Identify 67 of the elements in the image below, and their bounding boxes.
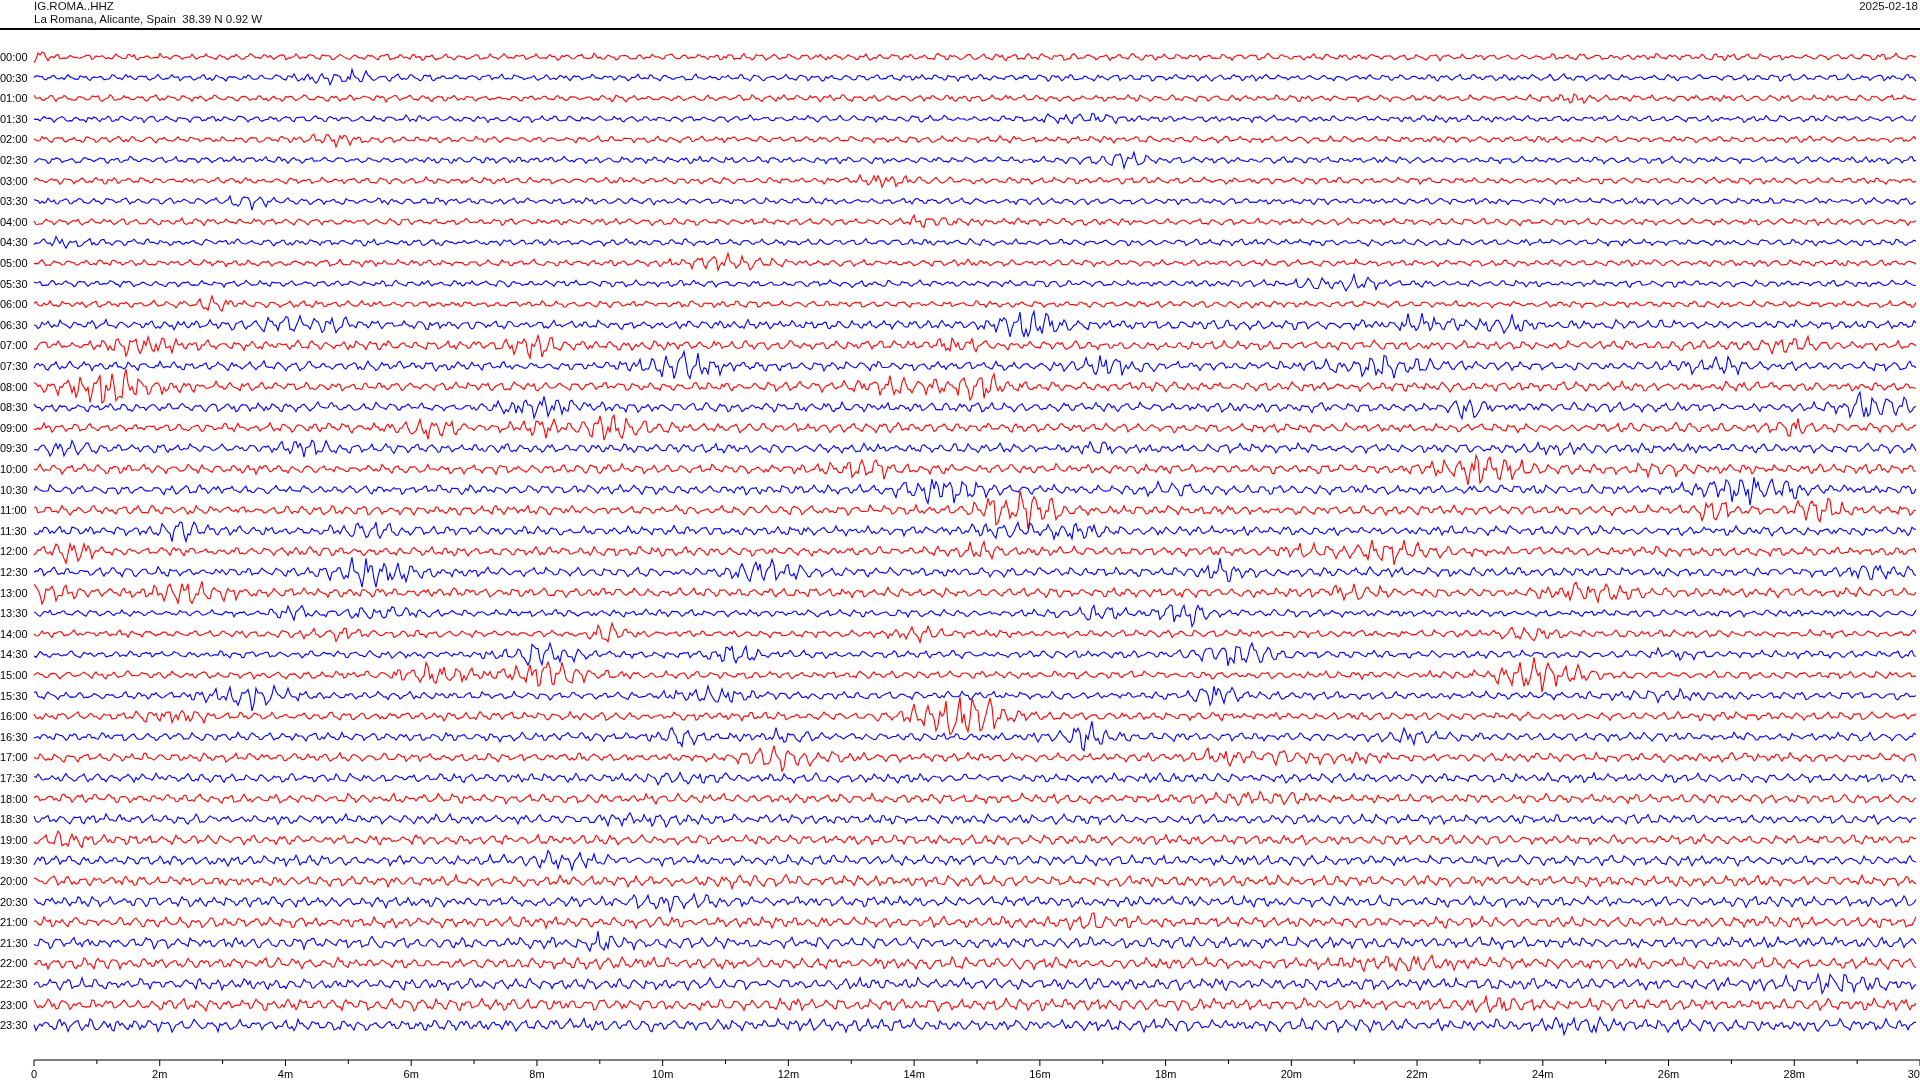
time-label: 05:30 <box>0 277 28 290</box>
time-label: 15:30 <box>0 689 28 702</box>
time-label: 11:30 <box>0 524 27 537</box>
tick-label: 28m <box>1783 1068 1805 1078</box>
tick-label: 0 <box>31 1068 38 1078</box>
time-label: 20:00 <box>0 875 28 887</box>
tick-label: 8m <box>529 1068 545 1078</box>
tick-label: 18m <box>1154 1068 1177 1078</box>
time-label: 21:30 <box>0 936 28 949</box>
tick-label: 22m <box>1406 1068 1428 1078</box>
time-label: 17:00 <box>0 751 28 764</box>
time-label: 04:00 <box>0 215 28 228</box>
time-label: 11:00 <box>0 504 27 517</box>
time-label: 05:00 <box>0 257 28 269</box>
time-label: 07:00 <box>0 339 28 352</box>
time-label: 02:30 <box>0 154 28 166</box>
time-label: 07:30 <box>0 360 28 372</box>
time-label: 20:30 <box>0 895 28 908</box>
time-label: 18:00 <box>0 792 28 805</box>
tick-label: 14m <box>903 1068 925 1078</box>
time-label: 12:30 <box>0 566 28 578</box>
time-label: 21:00 <box>0 916 28 929</box>
time-label: 12:00 <box>0 545 28 558</box>
time-label: 14:00 <box>0 627 28 640</box>
tick-label: 12m <box>777 1068 800 1078</box>
time-label: 06:00 <box>0 298 28 311</box>
time-label: 19:00 <box>0 833 28 846</box>
time-label: 03:00 <box>0 174 28 187</box>
time-label: 22:30 <box>0 978 28 990</box>
time-label: 15:00 <box>0 669 28 681</box>
time-label: 08:30 <box>0 401 28 414</box>
time-label: 18:30 <box>0 813 28 826</box>
tick-label: 20m <box>1280 1068 1303 1078</box>
time-label: 22:00 <box>0 957 28 970</box>
time-label: 16:00 <box>0 710 28 723</box>
time-label: 13:00 <box>0 586 28 599</box>
time-label: 13:30 <box>0 607 28 620</box>
time-label: 09:00 <box>0 421 28 434</box>
station-location: La Romana, Alicante, Spain 38.39 N 0.92 W <box>34 13 263 26</box>
station-code: IG.ROMA..HHZ <box>34 0 115 13</box>
time-label: 04:30 <box>0 236 28 249</box>
time-label: 01:00 <box>0 92 28 105</box>
time-label: 23:30 <box>0 1019 28 1032</box>
time-label: 00:00 <box>0 51 28 63</box>
time-label: 01:30 <box>0 112 28 125</box>
tick-label: 24m <box>1532 1068 1554 1078</box>
time-label: 09:30 <box>0 442 28 455</box>
time-label: 23:00 <box>0 998 28 1011</box>
time-label: 14:30 <box>0 648 28 661</box>
tick-label: 10m <box>651 1068 674 1078</box>
plot-date: 2025-02-18 <box>1859 0 1918 14</box>
time-label: 17:30 <box>0 772 28 784</box>
tick-label: 4m <box>277 1068 294 1078</box>
time-label: 03:30 <box>0 195 28 208</box>
time-label: 10:30 <box>0 483 28 496</box>
time-label: 10:00 <box>0 463 28 475</box>
tick-label: 2m <box>152 1068 168 1078</box>
tick-label: 26m <box>1657 1068 1680 1078</box>
time-label: 19:30 <box>0 854 28 867</box>
time-label: 08:00 <box>0 380 28 393</box>
time-label: 06:30 <box>0 318 28 331</box>
time-label: 00:30 <box>0 71 28 84</box>
time-label: 02:00 <box>0 133 28 146</box>
time-label: 16:30 <box>0 730 28 743</box>
tick-label: 30 <box>1907 1068 1920 1078</box>
tick-label: 6m <box>403 1068 419 1078</box>
tick-label: 16m <box>1029 1068 1051 1078</box>
